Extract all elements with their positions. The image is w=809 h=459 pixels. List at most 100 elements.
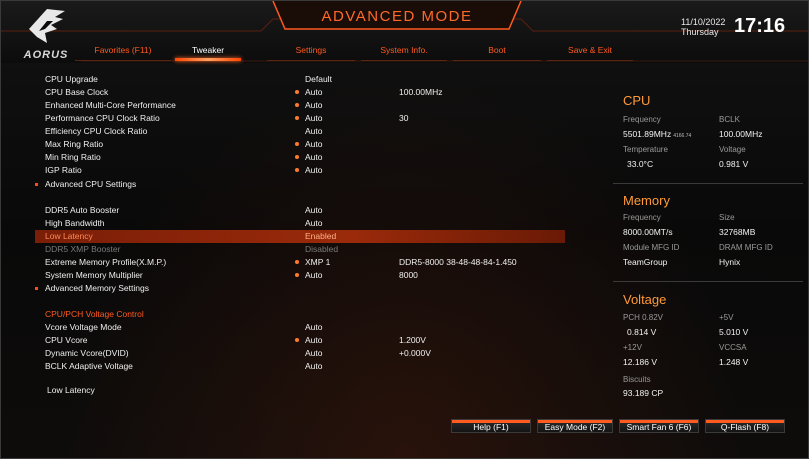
setting-label: DDR5 XMP Booster	[45, 244, 121, 254]
setting-row-eff-cpu-ratio[interactable]: Efficiency CPU Clock Ratio Auto	[35, 125, 565, 138]
memory-size-value: 32768MB	[719, 227, 756, 237]
setting-row-xmp[interactable]: Extreme Memory Profile(X.M.P.) XMP 1 DDR…	[35, 256, 565, 269]
p12v-value: 12.186 V	[623, 357, 658, 367]
voltage-title: Voltage	[623, 292, 667, 307]
p5v-label: +5V	[719, 313, 734, 322]
setting-row-low-latency[interactable]: Low Latency Enabled	[35, 230, 565, 243]
help-description: Low Latency	[47, 385, 95, 395]
memory-frequency-value: 8000.00MT/s	[623, 227, 673, 237]
setting-row-enhanced-multicore[interactable]: Enhanced Multi-Core Performance Auto	[35, 99, 565, 112]
setting-label: BCLK Adaptive Voltage	[45, 361, 133, 371]
setting-label: Efficiency CPU Clock Ratio	[45, 126, 148, 136]
setting-label: Dynamic Vcore(DVID)	[45, 348, 129, 358]
logo-text: AORUS	[23, 49, 69, 61]
mode-title: ADVANCED MODE	[321, 8, 473, 25]
setting-row-ddr5-auto-booster[interactable]: DDR5 Auto Booster Auto	[35, 204, 565, 217]
setting-value: Auto	[305, 100, 323, 110]
cpu-voltage-label: Voltage	[719, 145, 746, 154]
aorus-logo: AORUS	[11, 7, 81, 63]
setting-value: Enabled	[305, 231, 337, 241]
setting-row-cpu-base-clock[interactable]: CPU Base Clock Auto 100.00MHz	[35, 86, 565, 99]
setting-value: Auto	[305, 139, 323, 149]
divider	[613, 183, 803, 184]
tab-label: Tweaker	[191, 45, 225, 55]
cpu-bclk-value: 100.00MHz	[719, 129, 763, 139]
cpu-frequency-value: 5501.89MHz 4166.74	[623, 129, 692, 139]
setting-label: Advanced CPU Settings	[45, 179, 137, 189]
date: 11/10/2022	[681, 17, 726, 27]
setting-label: DDR5 Auto Booster	[45, 205, 120, 215]
tab-tweaker[interactable]: Tweaker	[175, 43, 241, 61]
p12v-label: +12V	[623, 343, 642, 352]
qflash-button[interactable]: Q-Flash (F8)	[705, 419, 785, 433]
help-button[interactable]: Help (F1)	[451, 419, 531, 433]
setting-row-bclk-adaptive[interactable]: BCLK Adaptive Voltage Auto	[35, 360, 565, 373]
section-label: CPU/PCH Voltage Control	[45, 309, 144, 319]
setting-value: Auto	[305, 218, 323, 228]
cpu-frequency-sub: 4166.74	[673, 133, 692, 139]
tab-label: Settings	[295, 45, 327, 55]
setting-row-igp-ratio[interactable]: IGP Ratio Auto	[35, 164, 565, 177]
section-header-voltage-control: CPU/PCH Voltage Control	[35, 308, 565, 321]
falcon-icon	[29, 9, 65, 43]
setting-value: Auto	[305, 361, 323, 371]
setting-row-high-bandwidth[interactable]: High Bandwidth Auto	[35, 217, 565, 230]
setting-label: Min Ring Ratio	[45, 152, 101, 162]
p5v-value: 5.010 V	[719, 327, 749, 337]
setting-label: Low Latency	[45, 231, 93, 241]
time: 17:16	[734, 15, 786, 37]
tab-save-exit[interactable]: Save & Exit	[547, 43, 633, 61]
biscuits-label: Biscuits	[623, 375, 651, 384]
submenu-advanced-memory[interactable]: Advanced Memory Settings	[35, 282, 565, 295]
memory-frequency-label: Frequency	[623, 213, 661, 222]
setting-value: Auto	[305, 126, 323, 136]
cpu-title: CPU	[623, 93, 651, 108]
setting-current-value: 30	[399, 113, 409, 123]
setting-value: Auto	[305, 270, 323, 280]
submenu-bullet-icon	[35, 183, 38, 186]
tab-favorites[interactable]: Favorites (F11)	[75, 43, 171, 61]
memory-dram-value: Hynix	[719, 257, 741, 267]
submenu-bullet-icon	[35, 287, 38, 290]
setting-row-memory-multiplier[interactable]: System Memory Multiplier Auto 8000	[35, 269, 565, 282]
tab-label: Boot	[488, 45, 506, 55]
modified-dot-icon	[295, 338, 299, 342]
setting-row-cpu-upgrade[interactable]: CPU Upgrade Default	[35, 73, 565, 86]
memory-title: Memory	[623, 193, 670, 208]
setting-row-perf-cpu-ratio[interactable]: Performance CPU Clock Ratio Auto 30	[35, 112, 565, 125]
setting-row-min-ring[interactable]: Min Ring Ratio Auto	[35, 151, 565, 164]
tab-boot[interactable]: Boot	[453, 43, 541, 61]
setting-value: Auto	[305, 87, 323, 97]
setting-label: CPU Vcore	[45, 335, 88, 345]
setting-row-cpu-vcore[interactable]: CPU Vcore Auto 1.200V	[35, 334, 565, 347]
setting-value: Default	[305, 74, 332, 84]
setting-value: Auto	[305, 152, 323, 162]
setting-value: Auto	[305, 165, 323, 175]
setting-value: Auto	[305, 322, 323, 332]
setting-value: Auto	[305, 335, 323, 345]
setting-label: CPU Base Clock	[45, 87, 109, 97]
setting-label: IGP Ratio	[45, 165, 82, 175]
biscuits-value: 93.189 CP	[623, 388, 664, 398]
cpu-voltage-value: 0.981 V	[719, 159, 749, 169]
setting-value: Auto	[305, 205, 323, 215]
setting-current-value: 1.200V	[399, 335, 426, 345]
top-bar: AORUS ADVANCED MODE Favorites (F11) Twea…	[1, 1, 808, 63]
setting-row-vcore-mode[interactable]: Vcore Voltage Mode Auto	[35, 321, 565, 334]
cpu-temperature-label: Temperature	[623, 145, 668, 154]
vccsa-label: VCCSA	[719, 343, 747, 352]
memory-module-label: Module MFG ID	[623, 243, 680, 252]
tab-system-info[interactable]: System Info.	[361, 43, 447, 61]
weekday: Thursday	[681, 27, 719, 37]
modified-dot-icon	[295, 116, 299, 120]
smart-fan-button[interactable]: Smart Fan 6 (F6)	[619, 419, 699, 433]
hardware-info-panel: CPU Frequency BCLK 5501.89MHz 4166.74 100…	[613, 87, 803, 398]
setting-value: XMP 1	[305, 257, 331, 267]
setting-row-dvid[interactable]: Dynamic Vcore(DVID) Auto +0.000V	[35, 347, 565, 360]
easy-mode-button[interactable]: Easy Mode (F2)	[537, 419, 613, 433]
setting-label: CPU Upgrade	[45, 74, 98, 84]
tab-settings[interactable]: Settings	[267, 43, 355, 61]
pch-value: 0.814 V	[627, 327, 657, 337]
setting-row-max-ring[interactable]: Max Ring Ratio Auto	[35, 138, 565, 151]
submenu-advanced-cpu[interactable]: Advanced CPU Settings	[35, 178, 565, 191]
